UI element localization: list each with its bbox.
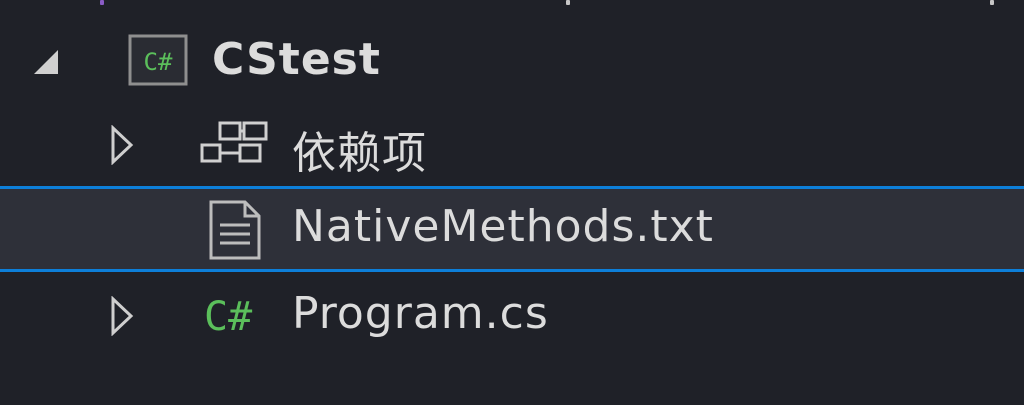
svg-text:C#: C# — [204, 294, 252, 338]
collapsed-triangle-icon[interactable] — [110, 295, 134, 340]
dependencies-label: 依赖项 — [292, 128, 427, 179]
tree-item-dependencies[interactable]: 依赖项 — [0, 103, 1024, 187]
tree-item-project[interactable]: C# CStest — [0, 18, 1024, 102]
text-file-icon — [208, 199, 262, 265]
dependencies-icon — [200, 121, 270, 169]
collapsed-triangle-icon[interactable] — [110, 124, 134, 169]
svg-text:C#: C# — [144, 48, 173, 76]
tree-item-program[interactable]: C# Program.cs — [0, 274, 1024, 358]
top-edge-strip — [0, 0, 1024, 6]
scroll-edge-mark — [566, 0, 570, 5]
csharp-project-icon: C# — [128, 34, 188, 90]
solution-explorer-tree: C# CStest 依赖项 NativeMethods.txt C# Progr… — [0, 0, 1024, 405]
project-name-label: CStest — [212, 34, 381, 85]
scroll-edge-mark — [990, 0, 994, 5]
csharp-file-icon: C# — [202, 290, 270, 342]
scroll-edge-mark — [100, 0, 104, 5]
program-cs-label: Program.cs — [292, 288, 549, 339]
native-methods-label: NativeMethods.txt — [292, 201, 714, 252]
tree-item-native-methods[interactable]: NativeMethods.txt — [0, 186, 1024, 272]
expanded-triangle-icon[interactable] — [32, 48, 60, 80]
